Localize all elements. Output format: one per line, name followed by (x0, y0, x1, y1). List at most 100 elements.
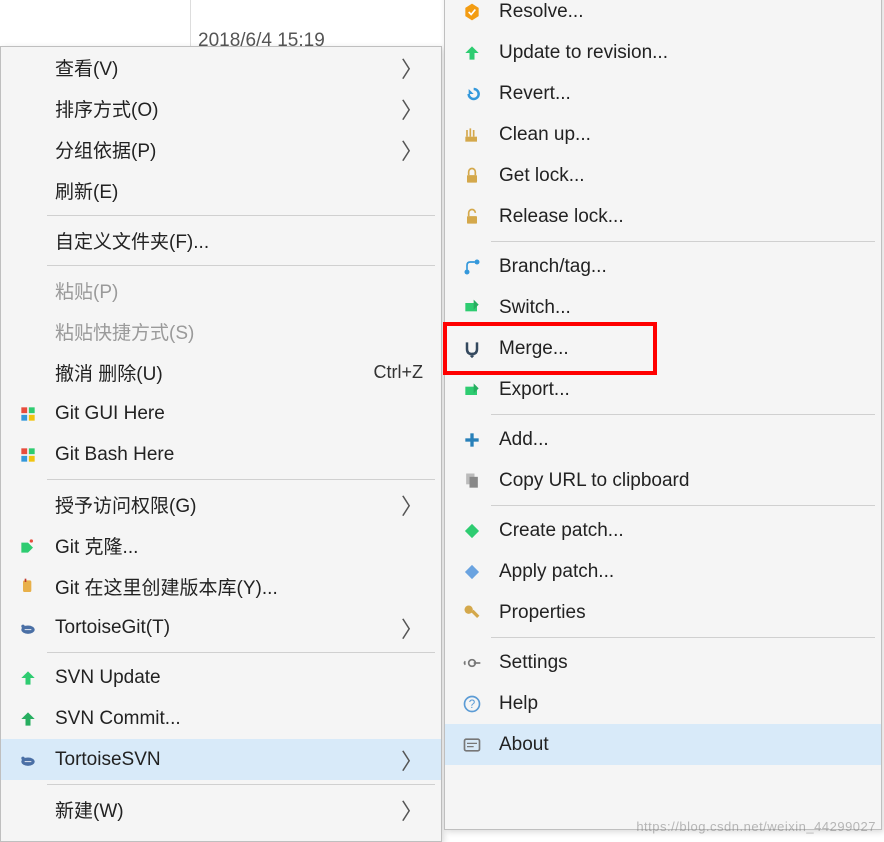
submenu-arrow-icon: 〉 (401, 93, 423, 125)
menu-item-label: Properties (499, 602, 586, 624)
left_menu-item-tortoisegit[interactable]: TortoiseGit(T)〉 (1, 607, 441, 648)
submenu-arrow-icon: 〉 (401, 612, 423, 644)
left_menu-separator (47, 479, 435, 480)
tortoisesvn-icon (17, 749, 39, 771)
tortoisegit-icon (17, 617, 39, 639)
right_menu-item-branch-tag[interactable]: Branch/tag... (445, 246, 881, 287)
git-create-repo-icon (17, 576, 39, 598)
right_menu-item-apply-patch[interactable]: Apply patch... (445, 551, 881, 592)
help-icon: ? (461, 693, 483, 715)
right_menu-item-export[interactable]: Export... (445, 369, 881, 410)
menu-item-label: 粘贴快捷方式(S) (55, 318, 194, 345)
left_menu-item-新建[interactable]: 新建(W) 〉 (1, 789, 441, 830)
menu-item-label: Revert... (499, 83, 571, 105)
menu-item-label: About (499, 734, 549, 756)
left_menu-item-git-bash-here[interactable]: Git Bash Here (1, 434, 441, 475)
left_menu-separator (47, 215, 435, 216)
left_menu-separator (47, 265, 435, 266)
background-divider (190, 0, 191, 46)
menu-item-label: Git 克隆... (55, 532, 138, 559)
menu-item-label: Clean up... (499, 124, 591, 146)
right_menu-item-release-lock[interactable]: Release lock... (445, 196, 881, 237)
menu-item-label: Git Bash Here (55, 444, 174, 466)
right_menu-item-update-to-revision[interactable]: Update to revision... (445, 32, 881, 73)
menu-item-label: 新建(W) (55, 796, 124, 823)
menu-item-label: 授予访问权限(G) (55, 491, 196, 518)
submenu-arrow-icon: 〉 (401, 744, 423, 776)
svn-update-icon (17, 667, 39, 689)
left_menu-item-撤消-删除[interactable]: 撤消 删除(U) Ctrl+Z (1, 352, 441, 393)
left_menu-separator (47, 652, 435, 653)
menu-item-label: 分组依据(P) (55, 136, 156, 163)
menu-item-label: 自定义文件夹(F)... (55, 227, 209, 254)
left_menu-item-自定义文件夹[interactable]: 自定义文件夹(F)... (1, 220, 441, 261)
right_menu-item-resolve[interactable]: Resolve... (445, 0, 881, 32)
branch-icon (461, 256, 483, 278)
menu-item-label: Release lock... (499, 206, 624, 228)
menu-item-label: Apply patch... (499, 561, 614, 583)
unlock-icon (461, 206, 483, 228)
copy-url-icon (461, 470, 483, 492)
git-clone-icon (17, 535, 39, 557)
cleanup-icon (461, 124, 483, 146)
left_menu-separator (47, 784, 435, 785)
left_menu-item-svn-update[interactable]: SVN Update (1, 657, 441, 698)
right_menu-item-settings[interactable]: Settings (445, 642, 881, 683)
menu-item-label: Merge... (499, 338, 569, 360)
revert-icon (461, 83, 483, 105)
watermark: https://blog.csdn.net/weixin_44299027 (636, 819, 876, 834)
right_menu-item-add[interactable]: Add... (445, 419, 881, 460)
left_menu-item-分组依据[interactable]: 分组依据(P)〉 (1, 129, 441, 170)
menu-item-label: 排序方式(O) (55, 95, 158, 122)
menu-item-label: 粘贴(P) (55, 277, 118, 304)
export-icon (461, 379, 483, 401)
update-rev-icon (461, 42, 483, 64)
properties-icon (461, 602, 483, 624)
menu-item-shortcut: Ctrl+Z (374, 362, 424, 383)
merge-icon (461, 338, 483, 360)
menu-item-label: Update to revision... (499, 42, 668, 64)
right_menu-item-revert[interactable]: Revert... (445, 73, 881, 114)
menu-item-label: Switch... (499, 297, 571, 319)
left_menu-item-git-在这里创建版本库[interactable]: Git 在这里创建版本库(Y)... (1, 566, 441, 607)
menu-item-label: Add... (499, 429, 549, 451)
menu-item-label: 刷新(E) (55, 177, 118, 204)
right_menu-item-help[interactable]: ? Help (445, 683, 881, 724)
left_menu-item-git-gui-here[interactable]: Git GUI Here (1, 393, 441, 434)
right_menu-item-create-patch[interactable]: Create patch... (445, 510, 881, 551)
menu-item-label: 撤消 删除(U) (55, 359, 163, 386)
left_menu-item-查看[interactable]: 查看(V)〉 (1, 47, 441, 88)
right_menu-item-get-lock[interactable]: Get lock... (445, 155, 881, 196)
left_menu-item-授予访问权限[interactable]: 授予访问权限(G) 〉 (1, 484, 441, 525)
right_menu-item-properties[interactable]: Properties (445, 592, 881, 633)
menu-item-label: Get lock... (499, 165, 585, 187)
left_menu-item-排序方式[interactable]: 排序方式(O) 〉 (1, 88, 441, 129)
right_menu-item-merge[interactable]: Merge... (445, 328, 881, 369)
left_menu-item-刷新[interactable]: 刷新(E) (1, 170, 441, 211)
about-icon (461, 734, 483, 756)
left_menu-item-tortoisesvn[interactable]: TortoiseSVN 〉 (1, 739, 441, 780)
menu-item-label: Git GUI Here (55, 403, 165, 425)
submenu-arrow-icon: 〉 (401, 794, 423, 826)
context-menu-tortoisesvn: Resolve... Update to revision... Revert...… (444, 0, 882, 830)
git-gui-icon (17, 403, 39, 425)
svg-text:?: ? (469, 698, 476, 711)
right_menu-item-copy-url-to-clipboard[interactable]: Copy URL to clipboard (445, 460, 881, 501)
menu-item-label: Copy URL to clipboard (499, 470, 689, 492)
submenu-arrow-icon: 〉 (401, 489, 423, 521)
context-menu-main: 查看(V)〉排序方式(O)〉分组依据(P)〉刷新(E)自定义文件夹(F)...粘… (0, 46, 442, 842)
left_menu-item-粘贴快捷方式: 粘贴快捷方式(S) (1, 311, 441, 352)
menu-item-label: Branch/tag... (499, 256, 607, 278)
menu-item-label: Resolve... (499, 1, 583, 23)
right_menu-item-about[interactable]: About (445, 724, 881, 765)
right_menu-item-switch[interactable]: Switch... (445, 287, 881, 328)
menu-item-label: TortoiseSVN (55, 749, 161, 771)
create-patch-icon (461, 520, 483, 542)
left_menu-item-粘贴: 粘贴(P) (1, 270, 441, 311)
switch-icon (461, 297, 483, 319)
menu-item-label: Help (499, 693, 538, 715)
add-icon (461, 429, 483, 451)
left_menu-item-svn-commit[interactable]: SVN Commit... (1, 698, 441, 739)
right_menu-item-clean-up[interactable]: Clean up... (445, 114, 881, 155)
left_menu-item-git-克隆[interactable]: Git 克隆... (1, 525, 441, 566)
